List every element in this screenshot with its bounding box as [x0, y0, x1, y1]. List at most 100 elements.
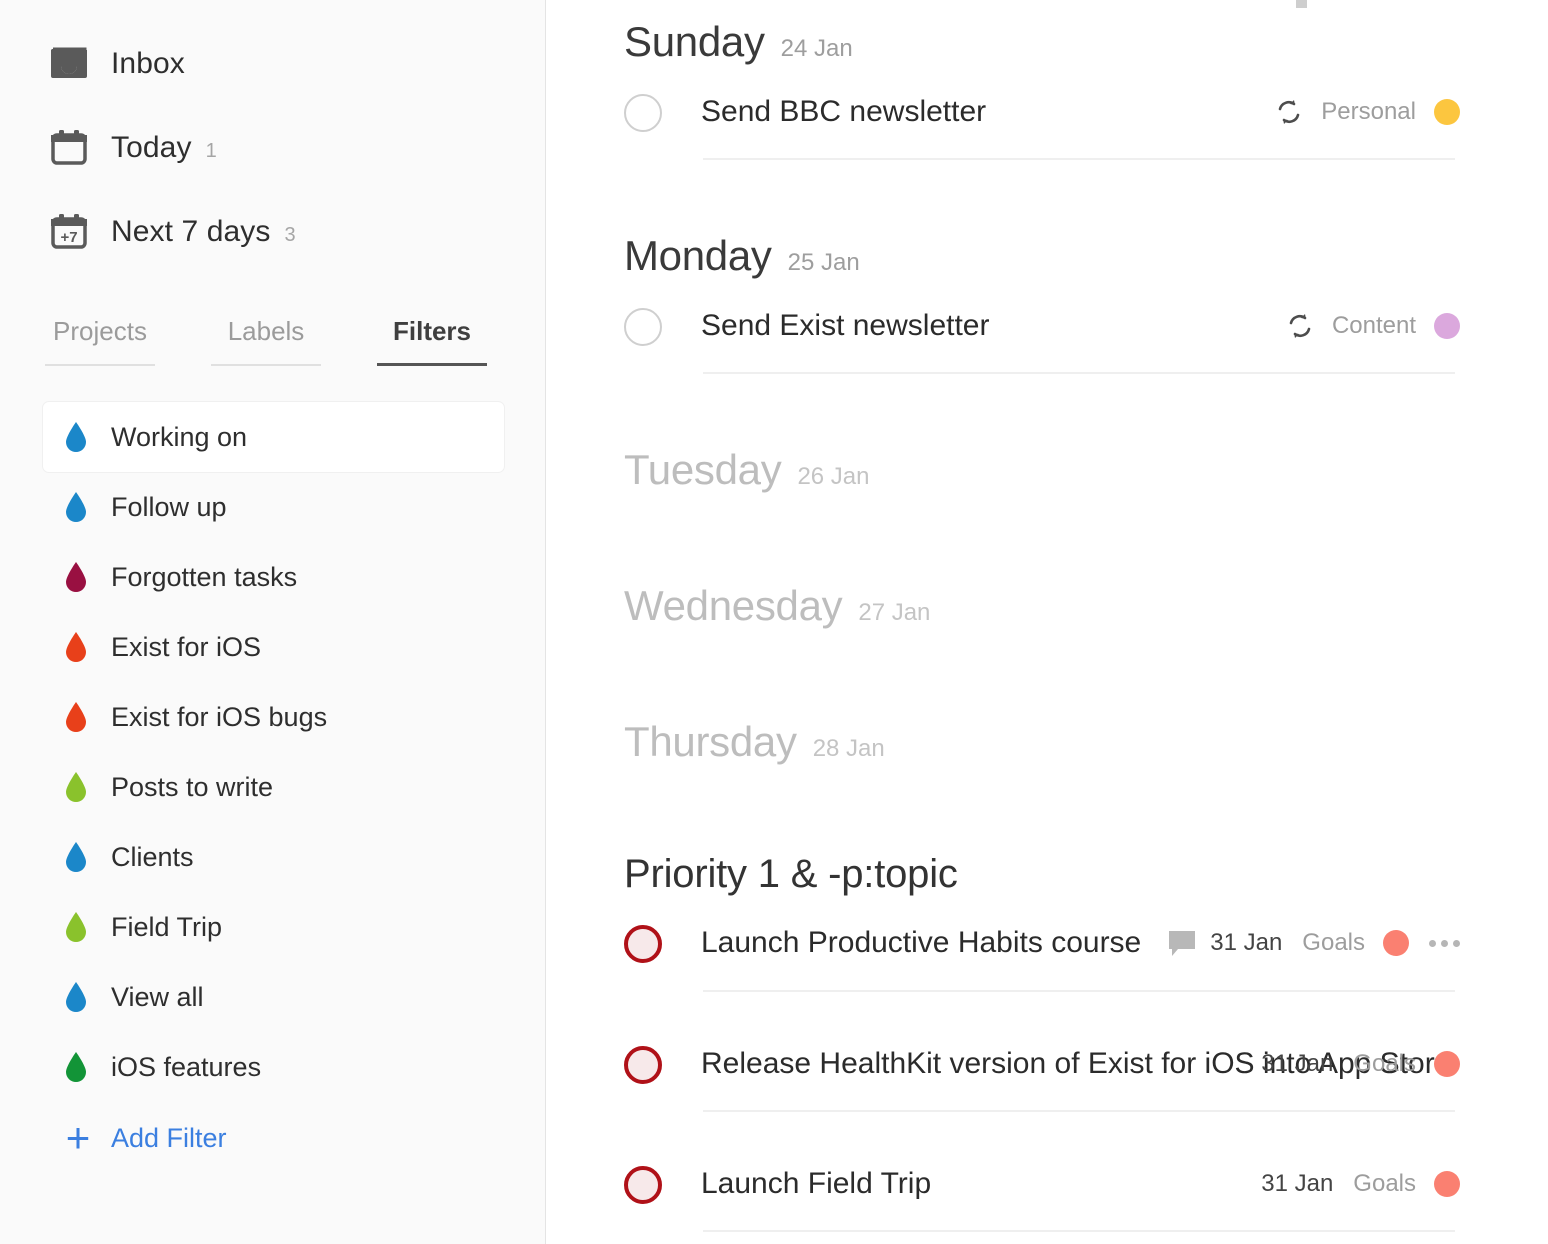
task-metadata: 31 Jan Goals: [1210, 923, 1460, 963]
task-list-panel: Sunday 24 Jan Send BBC newsletter: [546, 0, 1548, 1244]
task-project-name: Content: [1332, 312, 1416, 340]
filter-item-label: Follow up: [111, 492, 227, 523]
project-color-dot: [1383, 930, 1409, 956]
add-filter-button[interactable]: + Add Filter: [0, 1102, 545, 1174]
tab-filters[interactable]: Filters: [377, 316, 487, 366]
task-project-name: Goals: [1302, 929, 1365, 957]
day-header: Wednesday 27 Jan: [624, 564, 1548, 630]
sidebar-item-label: Inbox: [111, 47, 185, 81]
svg-text:+7: +7: [60, 229, 77, 246]
tab-labels[interactable]: Labels: [211, 316, 321, 366]
task-project-name: Personal: [1321, 98, 1416, 126]
clipped-header-artifact: [1296, 0, 1307, 8]
day-name: Thursday: [624, 718, 797, 766]
day-header: Tuesday 26 Jan: [624, 428, 1548, 494]
droplet-icon: [63, 911, 89, 943]
sidebar-item-count: 3: [285, 218, 296, 247]
task-metadata: Content: [1286, 306, 1460, 346]
day-group-thursday: Thursday 28 Jan: [546, 700, 1548, 766]
filter-item-field-trip[interactable]: Field Trip: [43, 892, 504, 962]
day-group-sunday: Sunday 24 Jan: [546, 0, 1548, 66]
primary-nav: Inbox Today 1: [0, 0, 545, 274]
task-row[interactable]: Send Exist newsletter Content: [546, 280, 1548, 346]
plus-icon: +: [63, 1117, 93, 1159]
task-row[interactable]: Launch Productive Habits course 31 Jan G…: [546, 897, 1548, 964]
day-date: 24 Jan: [781, 35, 853, 63]
filter-item-label: Exist for iOS: [111, 632, 261, 663]
filter-list: Working on Follow up Forgotten tasks Exi…: [0, 402, 545, 1174]
filter-item-label: Working on: [111, 422, 247, 453]
task-row[interactable]: Release HealthKit version of Exist for i…: [546, 1018, 1548, 1084]
task-metadata: 31 Jan Goals: [1261, 1044, 1460, 1084]
inbox-icon: [45, 42, 93, 86]
sidebar-item-label: Next 7 days: [111, 215, 271, 249]
day-name: Monday: [624, 232, 772, 280]
day-group-tuesday: Tuesday 26 Jan: [546, 428, 1548, 494]
filter-item-exist-for-ios-bugs[interactable]: Exist for iOS bugs: [43, 682, 504, 752]
droplet-icon: [63, 631, 89, 663]
task-project-name: Goals: [1353, 1170, 1416, 1198]
filter-item-ios-features[interactable]: iOS features: [43, 1032, 504, 1102]
filter-item-label: Forgotten tasks: [111, 562, 297, 593]
filter-item-label: iOS features: [111, 1052, 261, 1083]
day-date: 25 Jan: [788, 249, 860, 277]
project-color-dot: [1434, 313, 1460, 339]
filter-item-forgotten-tasks[interactable]: Forgotten tasks: [43, 542, 504, 612]
sidebar-item-next-7-days[interactable]: +7 Next 7 days 3: [0, 190, 545, 274]
task-metadata: Personal: [1275, 92, 1460, 132]
task-title: Launch Field Trip: [701, 1164, 931, 1203]
comment-icon[interactable]: [1167, 929, 1197, 964]
sidebar-tabs: Projects Labels Filters: [45, 316, 505, 366]
task-project-name: Goals: [1353, 1050, 1416, 1078]
sidebar-item-today[interactable]: Today 1: [0, 106, 545, 190]
task-due-date: 31 Jan: [1210, 929, 1282, 957]
day-header: Thursday 28 Jan: [624, 700, 1548, 766]
day-date: 26 Jan: [797, 463, 869, 491]
droplet-icon: [63, 981, 89, 1013]
task-title: Launch Productive Habits course: [701, 923, 1141, 962]
task-row[interactable]: Launch Field Trip 31 Jan Goals: [546, 1138, 1548, 1204]
day-header: Monday 25 Jan: [624, 214, 1548, 280]
task-title: Send Exist newsletter: [701, 306, 989, 345]
section-header: Priority 1 & -p:topic: [546, 836, 1548, 897]
project-color-dot: [1434, 1051, 1460, 1077]
recurring-icon: [1275, 98, 1303, 126]
task-more-menu-icon[interactable]: [1429, 940, 1460, 947]
day-date: 28 Jan: [813, 735, 885, 763]
sidebar: Inbox Today 1: [0, 0, 546, 1244]
droplet-icon: [63, 491, 89, 523]
task-title: Send BBC newsletter: [701, 92, 986, 131]
task-metadata: 31 Jan Goals: [1261, 1164, 1460, 1204]
day-date: 27 Jan: [858, 599, 930, 627]
day-group-wednesday: Wednesday 27 Jan: [546, 564, 1548, 630]
droplet-icon: [63, 701, 89, 733]
filter-item-label: Clients: [111, 842, 194, 873]
task-due-date: 31 Jan: [1261, 1050, 1333, 1078]
filter-item-label: Field Trip: [111, 912, 222, 943]
droplet-icon: [63, 841, 89, 873]
filter-item-working-on[interactable]: Working on: [43, 402, 504, 472]
droplet-icon: [63, 421, 89, 453]
day-name: Wednesday: [624, 582, 842, 630]
tab-projects[interactable]: Projects: [45, 316, 155, 366]
filter-item-view-all[interactable]: View all: [43, 962, 504, 1032]
droplet-icon: [63, 561, 89, 593]
sidebar-item-inbox[interactable]: Inbox: [0, 22, 545, 106]
project-color-dot: [1434, 99, 1460, 125]
project-color-dot: [1434, 1171, 1460, 1197]
filter-item-exist-for-ios[interactable]: Exist for iOS: [43, 612, 504, 682]
filter-item-label: View all: [111, 982, 204, 1013]
task-checkbox[interactable]: [624, 94, 662, 132]
droplet-icon: [63, 1051, 89, 1083]
filter-item-clients[interactable]: Clients: [43, 822, 504, 892]
task-checkbox[interactable]: [624, 1166, 662, 1204]
filter-item-posts-to-write[interactable]: Posts to write: [43, 752, 504, 822]
calendar-next-7-icon: +7: [45, 210, 93, 254]
task-checkbox[interactable]: [624, 925, 662, 963]
section-title: Priority 1 & -p:topic: [624, 852, 958, 896]
task-row[interactable]: Send BBC newsletter Personal: [546, 66, 1548, 132]
filter-item-follow-up[interactable]: Follow up: [43, 472, 504, 542]
task-checkbox[interactable]: [624, 1046, 662, 1084]
recurring-icon: [1286, 312, 1314, 340]
task-checkbox[interactable]: [624, 308, 662, 346]
